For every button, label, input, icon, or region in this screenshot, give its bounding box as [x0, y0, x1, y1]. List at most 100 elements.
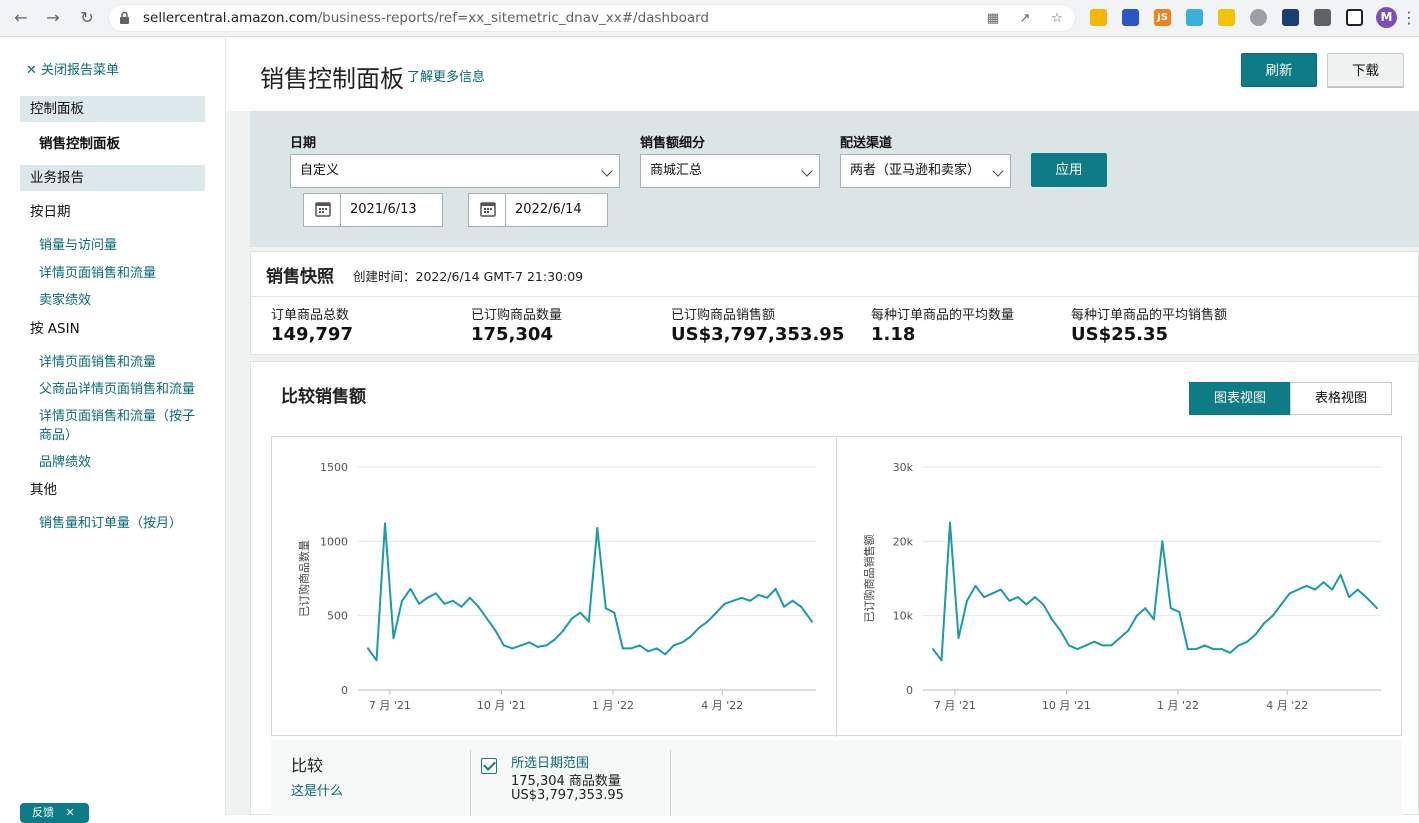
- share-icon[interactable]: ↗: [1017, 11, 1033, 27]
- y-tick-label: 30k: [893, 461, 914, 474]
- y-tick-label: 0: [341, 684, 348, 697]
- sidebar-item-sales-traffic[interactable]: 销量与访问量: [39, 234, 117, 253]
- data-point: [613, 611, 616, 614]
- selected-range-checkbox[interactable]: [481, 758, 497, 774]
- close-report-menu[interactable]: ✕ 关闭报告菜单: [26, 59, 119, 78]
- data-point: [689, 635, 692, 638]
- selected-range-label[interactable]: 所选日期范围: [511, 752, 589, 771]
- dots-extension-icon[interactable]: [1186, 9, 1203, 26]
- divider: [470, 750, 471, 816]
- channel-select[interactable]: 两者（亚马逊和卖家）: [840, 154, 1011, 188]
- sidebar-item-child-detail-sales-cont[interactable]: 商品）: [39, 424, 78, 443]
- group-other: 其他: [30, 482, 57, 498]
- data-point: [392, 637, 395, 639]
- report-sidebar: ✕ 关闭报告菜单 控制面板 销售控制面板 业务报告 按日期 销量与访问量 详情页…: [0, 37, 226, 823]
- filter-panel: 日期 自定义 销售额细分 商城汇总 配送渠道 两者（亚马逊和卖家） 应用 202…: [250, 111, 1419, 247]
- data-point: [783, 605, 786, 608]
- date-select[interactable]: 自定义: [290, 154, 620, 188]
- start-date-input[interactable]: 2021/6/13: [303, 193, 443, 227]
- metric-total-orders: 订单商品总数 149,797: [271, 308, 353, 345]
- data-point: [1050, 618, 1053, 621]
- learn-more-link[interactable]: 了解更多信息: [407, 66, 485, 85]
- globe-extension-icon[interactable]: [1250, 9, 1267, 26]
- sales-breakdown-select[interactable]: 商城汇总: [640, 154, 820, 188]
- data-point: [1059, 629, 1062, 632]
- download-button[interactable]: 下载: [1327, 53, 1404, 87]
- data-point: [1246, 640, 1249, 643]
- table-view-toggle[interactable]: 表格视图: [1290, 382, 1392, 415]
- data-point: [991, 592, 994, 595]
- profile-avatar[interactable]: M: [1376, 7, 1397, 28]
- data-point: [1033, 596, 1036, 599]
- lock-extension-icon[interactable]: [1090, 9, 1107, 26]
- y-tick-label: 20k: [893, 535, 914, 548]
- feedback-button[interactable]: 反馈 ✕: [20, 803, 89, 823]
- translate-icon[interactable]: ▦: [985, 11, 1001, 27]
- section-dashboard[interactable]: 控制面板: [20, 96, 205, 122]
- forward-icon[interactable]: →: [42, 7, 64, 29]
- reload-icon[interactable]: ↻: [76, 7, 98, 29]
- what-is-this-link[interactable]: 这是什么: [291, 780, 343, 799]
- data-point: [681, 641, 684, 644]
- key-extension-icon[interactable]: [1218, 9, 1235, 26]
- data-point: [974, 584, 977, 587]
- data-point: [1365, 596, 1368, 599]
- sales-chart: 0 10k 20k 30k 已订购商品销售额 7 月 '21 10 月 '21 1 月 '22…: [862, 461, 1381, 712]
- address-bar[interactable]: sellercentral.amazon.com/business-report…: [108, 4, 1076, 32]
- data-point: [1297, 588, 1300, 591]
- chart-extension-icon[interactable]: [1282, 9, 1299, 26]
- data-point: [1263, 622, 1266, 625]
- data-point: [940, 659, 943, 662]
- back-icon[interactable]: ←: [10, 7, 32, 29]
- data-point: [949, 521, 951, 524]
- data-point: [477, 605, 480, 608]
- calendar-icon[interactable]: [469, 194, 506, 226]
- apply-button[interactable]: 应用: [1031, 153, 1107, 187]
- y-tick-label: 10k: [893, 610, 914, 623]
- section-business-reports[interactable]: 业务报告: [20, 165, 205, 191]
- group-by-date: 按日期: [30, 204, 71, 220]
- sidebar-item-child-detail-sales[interactable]: 详情页面销售和流量（按子: [39, 405, 195, 424]
- data-point: [1212, 648, 1215, 651]
- data-point: [1376, 607, 1378, 610]
- data-point: [1314, 588, 1317, 591]
- refresh-button[interactable]: 刷新: [1241, 53, 1317, 87]
- more-menu-icon[interactable]: ⋮: [1398, 7, 1419, 29]
- data-point: [1220, 648, 1223, 651]
- chevron-down-icon: [801, 165, 813, 177]
- js-extension-icon[interactable]: JS: [1154, 9, 1171, 26]
- data-point: [999, 588, 1002, 591]
- calendar-icon[interactable]: [304, 194, 341, 226]
- snapshot-created-time: 创建时间：2022/6/14 GMT-7 21:30:09: [353, 269, 584, 284]
- data-point: [511, 647, 514, 650]
- sidebar-item-detail-page-sales[interactable]: 详情页面销售和流量: [39, 262, 156, 281]
- metric-ordered-sales: 已订购商品销售额 US$3,797,353.95: [671, 308, 845, 345]
- data-point: [698, 626, 701, 629]
- puzzle-icon[interactable]: [1314, 9, 1331, 26]
- y-tick-label: 0: [906, 684, 913, 697]
- data-point: [757, 593, 760, 596]
- sidepanel-icon[interactable]: [1346, 9, 1363, 26]
- sidebar-item-seller-performance[interactable]: 卖家绩效: [39, 289, 91, 308]
- sidebar-item-monthly-sales[interactable]: 销售量和订单量（按月）: [39, 512, 182, 531]
- sidebar-item-parent-detail-sales[interactable]: 父商品详情页面销售和流量: [39, 378, 195, 397]
- sidebar-item-brand-performance[interactable]: 品牌绩效: [39, 451, 91, 470]
- y-tick-label: 1500: [320, 461, 348, 474]
- close-icon[interactable]: ✕: [66, 806, 75, 819]
- data-point: [1229, 651, 1232, 654]
- data-point: [966, 599, 968, 602]
- data-point: [519, 644, 522, 647]
- data-point: [434, 592, 437, 595]
- compare-legend: 比较 这是什么 所选日期范围 175,304 商品数量 US$3,797,353…: [271, 740, 1402, 816]
- sidebar-item-asin-detail-sales[interactable]: 详情页面销售和流量: [39, 351, 156, 370]
- chart-view-toggle[interactable]: 图表视图: [1189, 382, 1291, 415]
- compare-title: 比较销售额: [281, 387, 366, 407]
- end-date-input[interactable]: 2022/6/14: [468, 193, 608, 227]
- selected-range-units: 175,304 商品数量: [511, 774, 621, 789]
- data-point: [1288, 592, 1291, 595]
- sidebar-item-sales-dashboard[interactable]: 销售控制面板: [39, 132, 120, 152]
- data-point: [672, 644, 675, 647]
- grid-extension-icon[interactable]: [1122, 9, 1139, 26]
- star-icon[interactable]: ☆: [1049, 11, 1065, 27]
- compare-sales-panel: 比较销售额 图表视图 表格视图 0 500 1000 1500 已订购商品数量 7 月 '…: [250, 361, 1419, 816]
